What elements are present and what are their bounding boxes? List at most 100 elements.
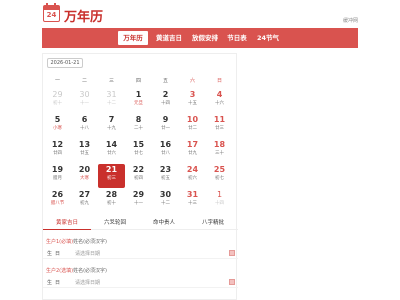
calendar-day[interactable]: 24 初六 xyxy=(179,164,206,188)
calendar-day[interactable]: 17 廿九 xyxy=(179,139,206,163)
calendar-day[interactable]: 23 初五 xyxy=(152,164,179,188)
logo-number: 24 xyxy=(46,11,57,19)
calendar-day[interactable]: 29 初十 xyxy=(44,89,71,113)
calendar-day[interactable]: 16 廿八 xyxy=(152,139,179,163)
calendar-day[interactable]: 2 十四 xyxy=(152,89,179,113)
nav-item-holidays[interactable]: 放假安排 xyxy=(188,31,222,45)
weekday-label: 日 xyxy=(216,78,222,84)
date-picker-icon[interactable] xyxy=(229,279,235,285)
day-number: 17 xyxy=(186,140,199,149)
calendar-day[interactable]: 4 十六 xyxy=(206,89,233,113)
day-number: 26 xyxy=(51,190,64,199)
day-number: 23 xyxy=(159,165,172,174)
lunar-date: 腊月 xyxy=(53,176,62,181)
day-number: 12 xyxy=(51,140,64,149)
calendar-day[interactable]: 18 三十 xyxy=(206,139,233,163)
person1-birthday-field[interactable]: 生日 请选择日期 xyxy=(43,247,238,259)
date-picker-icon[interactable] xyxy=(229,250,235,256)
day-number: 31 xyxy=(106,90,117,99)
calendar-day[interactable]: 31 十三 xyxy=(179,189,206,213)
tab-bazi[interactable]: 八字精批 xyxy=(189,217,237,229)
calendar-day[interactable]: 22 初四 xyxy=(125,164,152,188)
birthday-placeholder[interactable]: 请选择日期 xyxy=(75,250,100,257)
calendar-day[interactable]: 27 初九 xyxy=(71,189,98,213)
day-number: 14 xyxy=(105,140,118,149)
calendar-logo-icon[interactable]: 24 xyxy=(43,3,60,22)
birthday-placeholder[interactable]: 请选择日期 xyxy=(75,279,100,286)
calendar-day[interactable]: 1 十四 xyxy=(206,189,233,213)
weekday-label: 五 xyxy=(162,78,168,84)
day-number: 24 xyxy=(186,165,199,174)
lunar-date: 十一 xyxy=(134,201,143,206)
lunar-date: 大寒 xyxy=(80,176,89,181)
day-number: 3 xyxy=(189,90,196,99)
day-number: 11 xyxy=(213,115,226,124)
birthday-label: 生日 xyxy=(47,251,64,257)
nav-item-solar-terms[interactable]: 24节气 xyxy=(254,31,282,45)
lunar-date: 初五 xyxy=(161,176,170,181)
day-number: 30 xyxy=(79,90,90,99)
calendar-day[interactable]: 10 廿二 xyxy=(179,114,206,138)
lunar-date: 十九 xyxy=(107,126,116,131)
lunar-date: 初六 xyxy=(188,176,197,181)
calendar-day[interactable]: 12 廿四 xyxy=(44,139,71,163)
day-number: 15 xyxy=(132,140,145,149)
lunar-date: 初十 xyxy=(107,201,116,206)
day-number: 4 xyxy=(216,90,223,99)
calendar-day[interactable]: 14 廿六 xyxy=(98,139,125,163)
top-right-link[interactable]: 缓冲网 xyxy=(343,17,358,24)
tool-tabs: 黄家吉日 六爻轮回 命中贵人 八字精批 xyxy=(43,217,238,230)
calendar-day[interactable]: 30 十二 xyxy=(152,189,179,213)
lunar-date: 初十 xyxy=(53,101,62,106)
day-number: 2 xyxy=(162,90,169,99)
calendar-day[interactable]: 26 腊八节 xyxy=(44,189,71,213)
lunar-date: 十六 xyxy=(215,101,224,106)
calendar-day[interactable]: 30 十一 xyxy=(71,89,98,113)
lunar-date: 廿七 xyxy=(134,151,143,156)
lunar-date: 廿一 xyxy=(161,126,170,131)
tab-lucky-days[interactable]: 黄家吉日 xyxy=(43,217,91,230)
calendar-day[interactable]: 6 十八 xyxy=(71,114,98,138)
person2-birthday-field[interactable]: 生日 请选择日期 xyxy=(43,276,238,288)
calendar-day[interactable]: 19 腊月 xyxy=(44,164,71,188)
weekday-label: 三 xyxy=(108,78,114,84)
calendar-day[interactable]: 25 初七 xyxy=(206,164,233,188)
calendar-day[interactable]: 5 小寒 xyxy=(44,114,71,138)
calendar-day[interactable]: 28 初十 xyxy=(98,189,125,213)
tab-guiren[interactable]: 命中贵人 xyxy=(140,217,188,229)
calendar-day[interactable]: 13 廿五 xyxy=(71,139,98,163)
lunar-date: 十一 xyxy=(80,101,89,106)
calendar-panel: 2026-01-21 一 二 三 四 五 六 日 29 初十 30 十一 31 十二 1 元旦… xyxy=(42,53,238,300)
calendar-day[interactable]: 11 廿三 xyxy=(206,114,233,138)
nav-item-festivals[interactable]: 节日表 xyxy=(224,31,250,45)
calendar-day[interactable]: 3 十五 xyxy=(179,89,206,113)
weekday-label: 四 xyxy=(135,78,141,84)
lunar-date: 小寒 xyxy=(53,126,62,131)
calendar-day[interactable]: 1 元旦 xyxy=(125,89,152,113)
calendar-day[interactable]: 8 二十 xyxy=(125,114,152,138)
site-title[interactable]: 万年历 xyxy=(64,6,103,25)
weekday-header: 一 二 三 四 五 六 日 xyxy=(43,77,238,85)
person2-name-hint: 姓名(必须汉字) xyxy=(73,268,107,274)
calendar-day[interactable]: 31 十二 xyxy=(98,89,125,113)
date-input[interactable]: 2026-01-21 xyxy=(47,58,83,68)
calendar-day[interactable]: 9 廿一 xyxy=(152,114,179,138)
day-number: 13 xyxy=(78,140,91,149)
nav-item-huangdaojiri[interactable]: 黄道吉日 xyxy=(152,31,186,45)
calendar-day-today[interactable]: 21 初三 xyxy=(98,164,125,188)
day-number: 18 xyxy=(213,140,226,149)
calendar-day[interactable]: 29 十一 xyxy=(125,189,152,213)
day-number: 31 xyxy=(186,190,199,199)
calendar-day[interactable]: 20 大寒 xyxy=(71,164,98,188)
lunar-date: 廿五 xyxy=(80,151,89,156)
tab-liuyao[interactable]: 六爻轮回 xyxy=(91,217,139,229)
calendar-day[interactable]: 15 廿七 xyxy=(125,139,152,163)
lunar-date: 初九 xyxy=(80,201,89,206)
day-number: 16 xyxy=(159,140,172,149)
lunar-date: 廿四 xyxy=(53,151,62,156)
nav-item-wannianli[interactable]: 万年历 xyxy=(118,31,148,45)
lunar-date: 廿九 xyxy=(188,151,197,156)
lunar-date: 腊八节 xyxy=(50,201,65,206)
day-number: 7 xyxy=(108,115,115,124)
calendar-day[interactable]: 7 十九 xyxy=(98,114,125,138)
